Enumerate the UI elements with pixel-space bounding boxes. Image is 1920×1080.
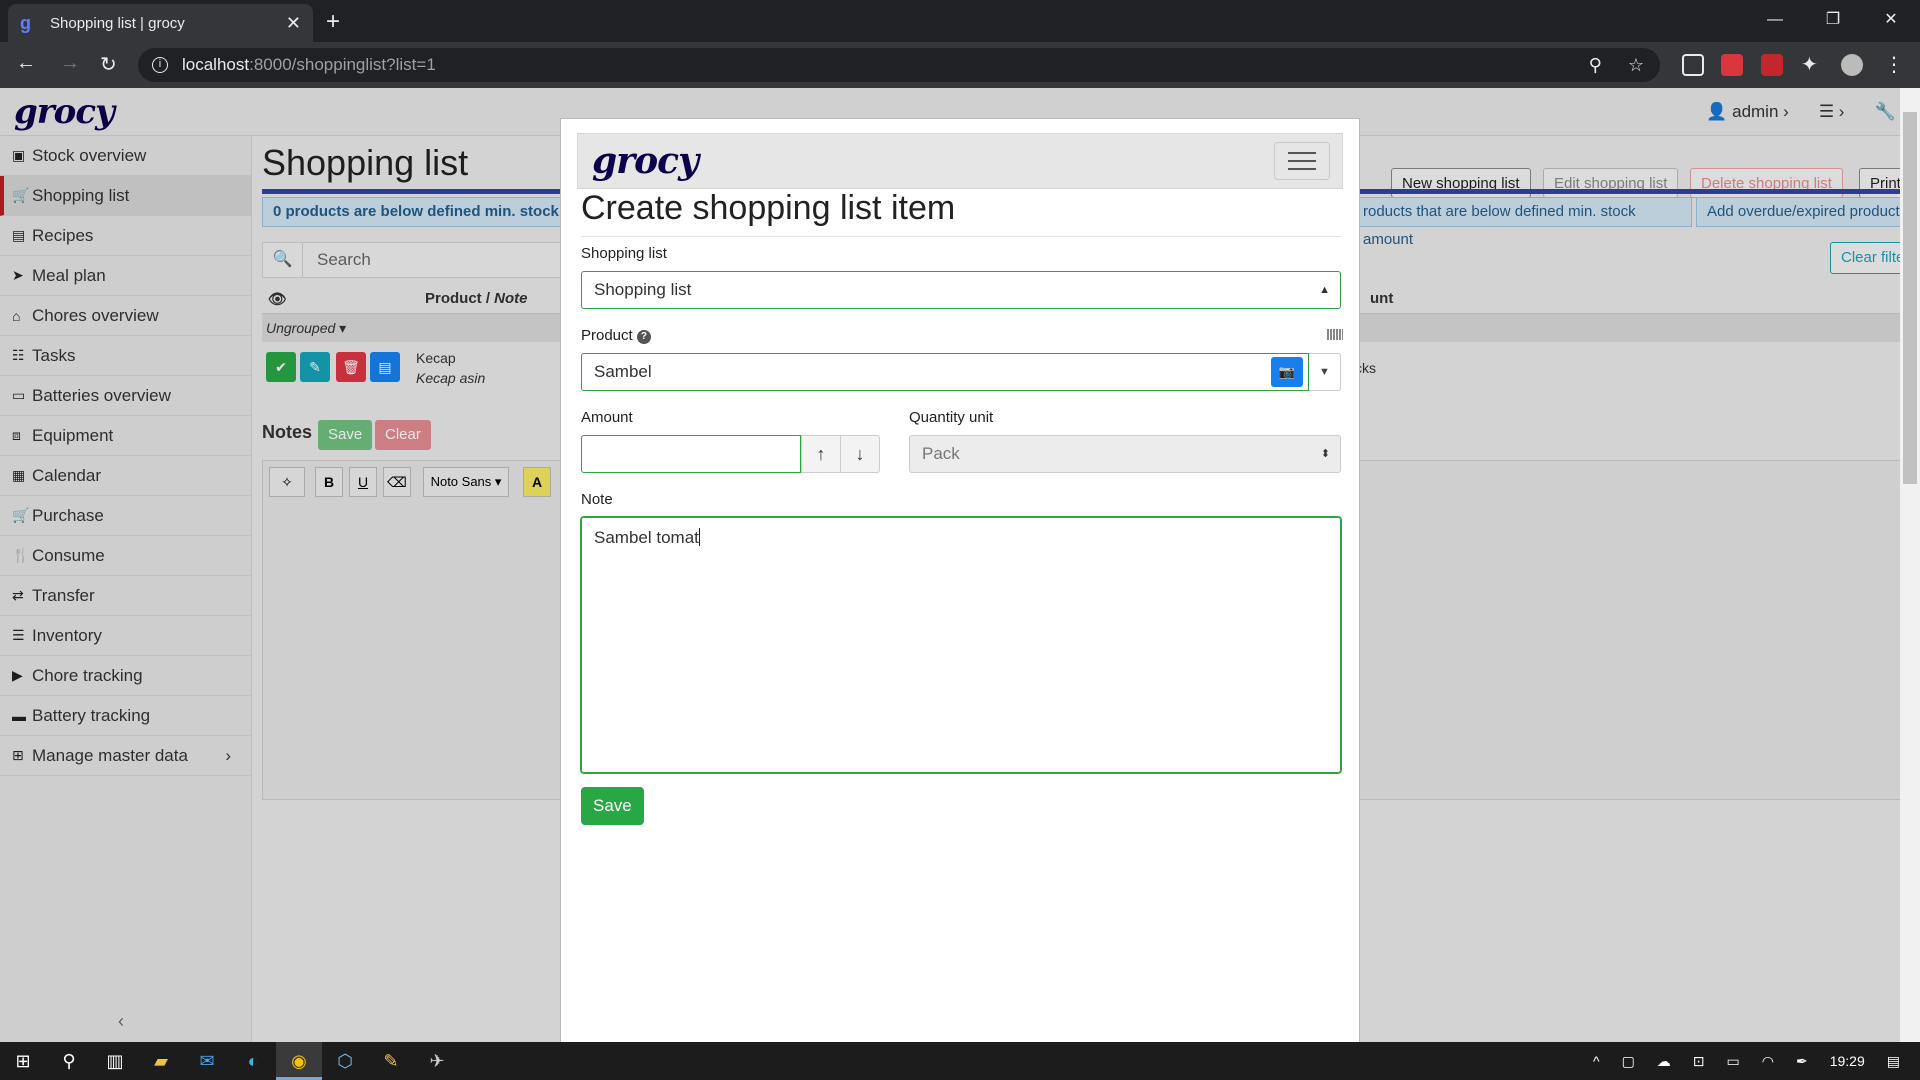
increase-amount-icon[interactable]: ↑ xyxy=(801,435,841,473)
decrease-amount-icon[interactable]: ↓ xyxy=(840,435,880,473)
reload-icon[interactable]: ↻ xyxy=(100,52,117,77)
amount-input[interactable] xyxy=(581,435,801,473)
product-label-text: Product xyxy=(581,327,633,344)
create-item-modal: grocy Create shopping list item Shopping… xyxy=(560,118,1360,1054)
bookmark-star-icon[interactable]: ☆ xyxy=(1628,55,1644,76)
app-tool-icon[interactable]: ✈ xyxy=(414,1042,460,1080)
search-icon[interactable]: ⚲ xyxy=(46,1042,92,1080)
task-view-icon[interactable]: ▥ xyxy=(92,1042,138,1080)
tray-chevron-up-icon[interactable]: ^ xyxy=(1593,1053,1600,1069)
url-path: :8000/shoppinglist?list=1 xyxy=(249,55,436,74)
product-value: Sambel xyxy=(594,362,652,381)
note-label: Note xyxy=(581,491,613,508)
browser-menu-icon[interactable]: ⋮ xyxy=(1884,54,1906,76)
extension-pdf-icon[interactable] xyxy=(1721,54,1743,76)
tray-meet-icon[interactable]: ▢ xyxy=(1622,1053,1635,1070)
note-textarea[interactable]: Sambel tomat xyxy=(581,517,1341,773)
system-tray: ^ ▢ ☁ ⊡ ▭ ◠ ✒ 19:29 ▤ xyxy=(1593,1042,1920,1080)
help-icon[interactable]: ? xyxy=(636,330,651,344)
camera-barcode-scan-icon[interactable]: 📷 xyxy=(1271,357,1303,387)
taskbar: ⊞ ⚲ ▥ ▰ ✉ ◐ ◉ ⬡ ✎ ✈ ^ ▢ ☁ ⊡ ▭ ◠ ✒ 19:29 … xyxy=(0,1042,1920,1080)
note-value: Sambel tomat xyxy=(594,528,699,547)
close-tab-icon[interactable]: ✕ xyxy=(286,13,301,34)
minimize-icon[interactable]: — xyxy=(1746,0,1804,42)
browser-tab-bar: g Shopping list | grocy ✕ + — ❐ ✕ xyxy=(0,0,1920,42)
text-cursor xyxy=(698,528,700,546)
product-label: Product ? xyxy=(581,327,651,344)
edge-icon[interactable]: ◐ xyxy=(230,1042,276,1080)
quantity-unit-label: Quantity unit xyxy=(909,409,994,426)
window-controls: — ❐ ✕ xyxy=(1746,0,1920,42)
windows-start-icon[interactable]: ⊞ xyxy=(0,1042,46,1080)
browser-tab[interactable]: g Shopping list | grocy ✕ xyxy=(8,4,313,42)
mail-icon[interactable]: ✉ xyxy=(184,1042,230,1080)
modal-title: Create shopping list item xyxy=(581,189,1341,237)
profile-avatar[interactable] xyxy=(1841,54,1863,76)
url-host: localhost xyxy=(182,55,250,74)
hamburger-menu-icon[interactable] xyxy=(1274,142,1330,180)
wifi-icon[interactable]: ◠ xyxy=(1762,1053,1774,1070)
restore-icon[interactable]: ❐ xyxy=(1804,0,1862,42)
onedrive-cloud-icon[interactable]: ☁ xyxy=(1657,1053,1671,1070)
quantity-unit-select[interactable]: Pack ⬍ xyxy=(909,435,1341,473)
new-tab-icon[interactable]: + xyxy=(326,8,340,36)
zoom-icon[interactable]: ⚲ xyxy=(1589,55,1602,76)
quantity-unit-value: Pack xyxy=(922,444,960,463)
shopping-list-select[interactable]: Shopping list ▲ xyxy=(581,271,1341,309)
extension-pocket-icon[interactable] xyxy=(1761,54,1783,76)
extension-reader-icon[interactable] xyxy=(1682,54,1704,76)
app-cube-icon[interactable]: ⬡ xyxy=(322,1042,368,1080)
forward-icon[interactable]: → xyxy=(60,52,80,75)
save-button[interactable]: Save xyxy=(581,787,644,825)
site-info-icon[interactable]: i xyxy=(152,57,168,73)
tab-title: Shopping list | grocy xyxy=(50,14,185,32)
address-bar[interactable]: i localhost:8000/shoppinglist?list=1 ⚲ ☆ xyxy=(138,48,1660,82)
product-dropdown-icon[interactable]: ▼ xyxy=(1309,353,1341,391)
shopping-list-label: Shopping list xyxy=(581,245,667,262)
grocy-favicon-icon: g xyxy=(20,13,31,33)
app-sticky-icon[interactable]: ✎ xyxy=(368,1042,414,1080)
shopping-list-value: Shopping list xyxy=(594,280,692,299)
clock-time[interactable]: 19:29 xyxy=(1830,1053,1865,1069)
modal-navbar: grocy xyxy=(577,133,1343,189)
battery-icon[interactable]: ▭ xyxy=(1727,1053,1740,1070)
back-icon[interactable]: ← xyxy=(16,52,36,75)
chrome-icon[interactable]: ◉ xyxy=(276,1042,322,1080)
barcode-icon[interactable] xyxy=(1327,329,1343,340)
page-scrollbar[interactable] xyxy=(1900,88,1920,1042)
notification-icon[interactable]: ▤ xyxy=(1887,1053,1900,1070)
browser-toolbar: ← → ↻ i localhost:8000/shoppinglist?list… xyxy=(0,42,1920,88)
file-explorer-icon[interactable]: ▰ xyxy=(138,1042,184,1080)
scrollbar-thumb[interactable] xyxy=(1903,112,1917,484)
select-caret-icon: ⬍ xyxy=(1320,448,1330,460)
amount-label: Amount xyxy=(581,409,633,426)
product-input[interactable]: Sambel xyxy=(581,353,1309,391)
modal-grocy-logo[interactable]: grocy xyxy=(592,140,699,182)
extensions-puzzle-icon[interactable]: ✦ xyxy=(1801,54,1823,76)
select-caret-icon: ▲ xyxy=(1319,284,1330,296)
tray-app-icon[interactable]: ⊡ xyxy=(1693,1053,1705,1070)
close-window-icon[interactable]: ✕ xyxy=(1862,0,1920,42)
pen-icon[interactable]: ✒ xyxy=(1796,1053,1808,1070)
